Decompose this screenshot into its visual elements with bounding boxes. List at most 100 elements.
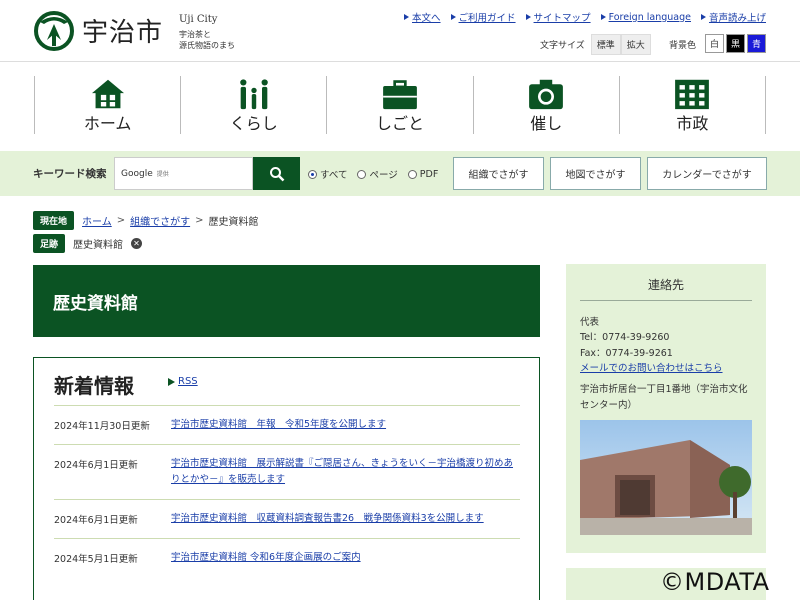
breadcrumb: 現在地 ホーム > 組織でさがす > 歴史資料館 <box>33 211 259 230</box>
util-link-label[interactable]: Foreign language <box>609 12 691 23</box>
divider <box>580 300 752 301</box>
rss-icon <box>168 377 175 386</box>
scope-page-label: ページ <box>369 170 398 181</box>
family-icon <box>240 79 268 110</box>
uji-city-emblem-icon[interactable] <box>33 10 75 52</box>
scope-page-radio[interactable]: ページ <box>357 167 398 181</box>
news-date: 2024年6月1日更新 <box>54 515 138 526</box>
util-link-label[interactable]: ご利用ガイド <box>459 10 516 24</box>
arrow-right-icon <box>525 14 531 20</box>
nav-work[interactable]: しごと <box>326 76 472 134</box>
keyword-search-label: キーワード検索 <box>33 168 107 180</box>
house-icon <box>91 79 124 109</box>
news-heading: 新着情報 <box>54 374 134 398</box>
radio-icon <box>407 169 417 179</box>
news-list: 2024年11月30日更新 宇治市歴史資料館 年報 令和5年度を公開します 20… <box>54 405 520 577</box>
camera-icon <box>529 79 564 110</box>
google-provided-label: 提供 <box>156 171 169 178</box>
history-tag: 足跡 <box>33 234 66 253</box>
news-section: 新着情報 RSS 2024年11月30日更新 宇治市歴史資料館 年報 令和5年度… <box>33 357 540 600</box>
radio-selected-icon <box>308 169 317 179</box>
text-size-large-button[interactable]: 拡大 <box>620 34 651 55</box>
news-link[interactable]: 宇治市歴史資料館 令和6年度企画展のご案内 <box>171 550 520 566</box>
building-icon <box>675 79 710 110</box>
site-header: 宇治市 Uji City 宇治茶と 源氏物語のまち 本文へ ご利用ガイド サイト… <box>0 0 800 62</box>
util-link-label[interactable]: サイトマップ <box>534 10 591 24</box>
museum-building-photo <box>580 420 752 535</box>
arrow-right-icon <box>404 14 410 20</box>
bg-color-label: 背景色 <box>669 41 697 51</box>
text-size-standard-button[interactable]: 標準 <box>590 34 621 55</box>
bg-white-button[interactable]: 白 <box>705 34 724 53</box>
rss-link[interactable]: RSS <box>168 376 198 387</box>
contact-title: 連絡先 <box>647 278 684 292</box>
find-by-org-button[interactable]: 組織でさがす <box>453 157 544 190</box>
nav-home[interactable]: ホーム <box>34 76 180 134</box>
util-link-sitemap[interactable]: サイトマップ <box>525 10 591 24</box>
find-by-calendar-button[interactable]: カレンダーでさがす <box>647 157 767 190</box>
bg-blue-button[interactable]: 青 <box>747 34 766 53</box>
news-item: 2024年11月30日更新 宇治市歴史資料館 年報 令和5年度を公開します <box>54 405 520 444</box>
site-name[interactable]: 宇治市 <box>82 12 163 49</box>
tagline-line-1: 宇治茶と <box>179 30 211 39</box>
util-link-skip[interactable]: 本文へ <box>404 10 441 24</box>
nav-life[interactable]: くらし <box>180 76 326 134</box>
text-size-control: 文字サイズ 標準 拡大 <box>540 34 651 55</box>
scope-pdf-label: PDF <box>419 168 439 180</box>
search-input[interactable]: Google 提供 <box>114 157 253 190</box>
page-title: 歴史資料館 <box>53 294 138 314</box>
breadcrumb-current: 歴史資料館 <box>208 217 259 228</box>
find-by-map-button[interactable]: 地図でさがす <box>550 157 641 190</box>
breadcrumb-separator: > <box>195 215 204 226</box>
util-link-label[interactable]: 音声読み上げ <box>709 10 766 24</box>
contact-address: 宇治市折居台一丁目1番地（宇治市文化センター内） <box>580 384 748 411</box>
history-item[interactable]: 歴史資料館 <box>73 236 123 251</box>
site-name-en: Uji City <box>179 14 218 25</box>
news-link[interactable]: 宇治市歴史資料館 収蔵資料調査報告書26 戦争関係資料3を公開します <box>171 511 520 527</box>
news-item: 2024年6月1日更新 宇治市歴史資料館 展示解説書『ご隠居さん、きょうをいく－… <box>54 444 520 499</box>
news-date: 2024年6月1日更新 <box>54 460 138 471</box>
scope-pdf-radio[interactable]: PDF <box>407 168 439 180</box>
arrow-right-icon <box>600 14 606 20</box>
search-button[interactable] <box>253 157 300 190</box>
news-link[interactable]: 宇治市歴史資料館 年報 令和5年度を公開します <box>171 417 520 433</box>
nav-events[interactable]: 催し <box>472 76 619 134</box>
radio-icon <box>357 169 367 179</box>
arrow-right-icon <box>700 14 706 20</box>
briefcase-icon <box>383 80 417 110</box>
breadcrumb-separator: > <box>116 215 126 226</box>
nav-label: くらし <box>229 114 278 133</box>
util-link-guide[interactable]: ご利用ガイド <box>450 10 516 24</box>
breadcrumb-home[interactable]: ホーム <box>82 213 112 228</box>
contact-fax: Fax：0774-39-9261 <box>580 348 673 359</box>
contact-panel: 連絡先 代表 Tel：0774-39-9260 Fax：0774-39-9261… <box>566 264 766 553</box>
contact-mail-link[interactable]: メールでのお問い合わせはこちら <box>580 360 723 374</box>
close-icon[interactable]: ✕ <box>131 238 143 249</box>
contact-tel: Tel：0774-39-9260 <box>580 332 670 343</box>
news-link[interactable]: 宇治市歴史資料館 展示解説書『ご隠居さん、きょうをいく－宇治橋渡り初めありとかや… <box>171 456 520 488</box>
scope-all-label: すべて <box>320 170 348 181</box>
rss-label[interactable]: RSS <box>178 376 198 387</box>
google-label: Google <box>121 168 153 179</box>
current-location-tag: 現在地 <box>33 211 75 230</box>
utility-links: 本文へ ご利用ガイド サイトマップ Foreign language 音声読み上… <box>404 10 766 24</box>
breadcrumb-org[interactable]: 組織でさがす <box>130 213 190 228</box>
nav-label: しごと <box>376 114 425 133</box>
arrow-right-icon <box>450 14 456 20</box>
util-link-label[interactable]: 本文へ <box>412 10 441 24</box>
watermark: ©MDATA <box>660 568 770 596</box>
nav-government[interactable]: 市政 <box>618 76 767 134</box>
nav-label: 催し <box>530 114 563 133</box>
main-nav: ホーム くらし しごと 催し 市政 <box>34 76 767 134</box>
text-size-label: 文字サイズ <box>540 41 585 51</box>
util-link-voice[interactable]: 音声読み上げ <box>700 10 766 24</box>
contact-dept: 代表 <box>580 317 600 328</box>
bg-black-button[interactable]: 黒 <box>726 34 745 53</box>
news-item: 2024年6月1日更新 宇治市歴史資料館 収蔵資料調査報告書26 戦争関係資料3… <box>54 499 520 538</box>
search-scope: すべて ページ PDF <box>308 167 438 181</box>
news-date: 2024年5月1日更新 <box>54 554 138 565</box>
tagline-line-2: 源氏物語のまち <box>179 41 235 50</box>
nav-label: 市政 <box>676 114 709 133</box>
scope-all-radio[interactable]: すべて <box>308 167 347 181</box>
util-link-foreign[interactable]: Foreign language <box>600 10 691 24</box>
